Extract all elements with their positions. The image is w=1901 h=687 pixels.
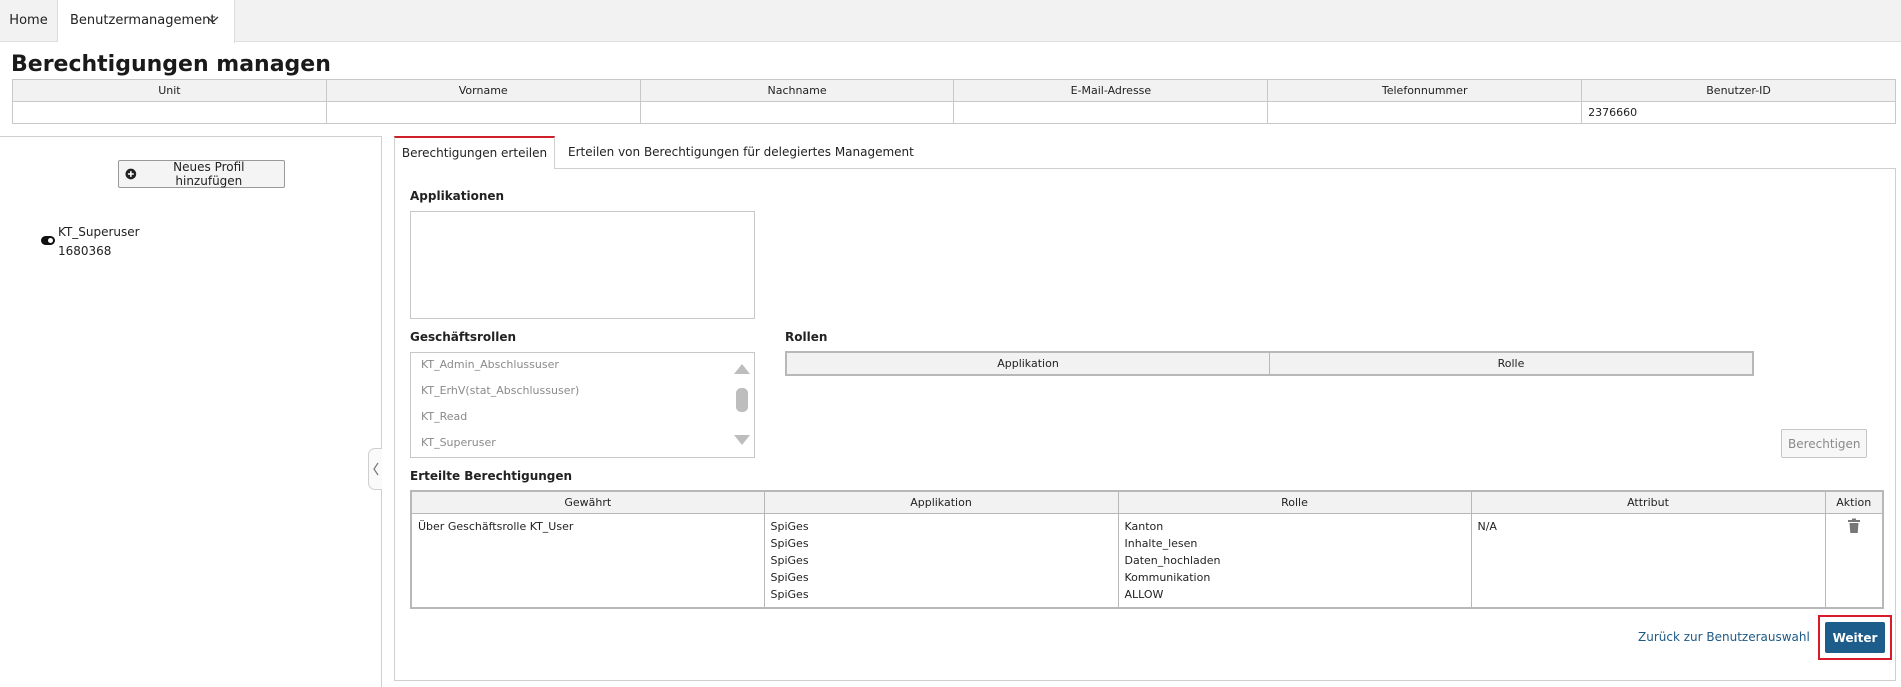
column-header-vorname: Vorname	[325, 79, 641, 102]
trash-icon[interactable]	[1847, 518, 1861, 534]
weiter-button[interactable]: Weiter	[1825, 622, 1885, 653]
top-navigation-bar	[0, 0, 1901, 42]
column-header-telefon: Telefonnummer	[1267, 79, 1583, 102]
page-title: Berechtigungen managen	[11, 52, 331, 77]
cell-telefon	[1267, 101, 1583, 124]
add-profile-button[interactable]: Neues Profil hinzufügen	[118, 160, 285, 188]
cell-unit	[12, 101, 327, 124]
column-header-rolle: Rolle	[1269, 351, 1754, 376]
applikation-entry: SpiGes	[770, 571, 809, 584]
applikation-entry: SpiGes	[770, 520, 809, 533]
column-header-benutzer-id: Benutzer-ID	[1581, 79, 1896, 102]
tab-delegiertes-management[interactable]: Erteilen von Berechtigungen für delegier…	[568, 136, 914, 169]
cell-gewaehrt: Über Geschäftsrolle KT_User	[410, 513, 765, 609]
geschaeftsrollen-label: Geschäftsrollen	[410, 330, 517, 344]
scrollbar-thumb[interactable]	[736, 388, 748, 412]
applikation-entry: SpiGes	[770, 537, 809, 550]
column-header-nachname: Nachname	[639, 79, 955, 102]
applikation-entry: SpiGes	[770, 554, 809, 567]
table-row: 2376660	[12, 101, 1896, 124]
rolle-entry: Kanton	[1124, 520, 1164, 533]
cell-aktion	[1824, 513, 1884, 609]
list-item[interactable]: KT_Read	[421, 410, 467, 423]
applikation-entry: SpiGes	[770, 588, 809, 601]
cell-applikation: SpiGes SpiGes SpiGes SpiGes SpiGes	[763, 513, 1119, 609]
rolle-entry: Inhalte_lesen	[1124, 537, 1198, 550]
cell-email	[953, 101, 1269, 124]
table-row: Über Geschäftsrolle KT_User SpiGes SpiGe…	[410, 513, 1884, 609]
profile-name[interactable]: KT_Superuser	[58, 225, 140, 239]
gewaehrt-text: Über Geschäftsrolle KT_User	[418, 520, 574, 533]
plus-circle-icon	[125, 168, 137, 180]
rolle-entry: ALLOW	[1124, 588, 1164, 601]
profile-id: 1680368	[58, 244, 112, 258]
nav-home-tab[interactable]: Home	[0, 0, 58, 42]
profile-toggle-icon[interactable]	[41, 236, 55, 245]
nav-benutzermanagement-label: Benutzermanagement	[70, 13, 216, 28]
user-info-table: Unit Vorname Nachname E-Mail-Adresse Tel…	[12, 79, 1896, 124]
cell-rolle: Kanton Inhalte_lesen Daten_hochladen Kom…	[1117, 513, 1472, 609]
rollen-table: Applikation Rolle	[785, 351, 1754, 376]
erteilte-berechtigungen-table: Gewährt Applikation Rolle Attribut Aktio…	[410, 490, 1884, 609]
cell-benutzer-id: 2376660	[1581, 101, 1896, 124]
column-header-rolle: Rolle	[1117, 490, 1472, 514]
berechtigen-button[interactable]: Berechtigen	[1781, 429, 1867, 458]
chevron-left-icon	[372, 462, 378, 476]
collapse-panel-handle[interactable]	[368, 448, 382, 490]
column-header-aktion: Aktion	[1824, 490, 1884, 514]
column-header-attribut: Attribut	[1470, 490, 1826, 514]
attribut-text: N/A	[1477, 520, 1497, 533]
list-item[interactable]: KT_Admin_Abschlussuser	[421, 358, 559, 371]
list-item[interactable]: KT_ErhV(stat_Abschlussuser)	[421, 384, 579, 397]
applikationen-listbox[interactable]	[410, 211, 755, 319]
rolle-entry: Daten_hochladen	[1124, 554, 1221, 567]
column-header-email: E-Mail-Adresse	[953, 79, 1269, 102]
cell-vorname	[325, 101, 641, 124]
add-profile-label: Neues Profil hinzufügen	[173, 160, 245, 188]
column-header-unit: Unit	[12, 79, 327, 102]
cell-nachname	[639, 101, 955, 124]
column-header-applikation: Applikation	[785, 351, 1270, 376]
rolle-entry: Kommunikation	[1124, 571, 1211, 584]
applikationen-label: Applikationen	[410, 189, 505, 203]
rollen-label: Rollen	[785, 330, 828, 344]
tab-berechtigungen-erteilen[interactable]: Berechtigungen erteilen	[394, 136, 555, 169]
scroll-up-arrow-icon[interactable]	[734, 364, 750, 374]
nav-benutzermanagement-tab[interactable]: Benutzermanagement	[58, 0, 235, 43]
cell-attribut: N/A	[1470, 513, 1826, 609]
list-item[interactable]: KT_Superuser	[421, 436, 496, 449]
back-to-user-selection-link[interactable]: Zurück zur Benutzerauswahl	[1638, 630, 1810, 644]
column-header-gewaehrt: Gewährt	[410, 490, 765, 514]
erteilte-berechtigungen-label: Erteilte Berechtigungen	[410, 469, 573, 483]
scroll-down-arrow-icon[interactable]	[734, 435, 750, 445]
profile-panel	[0, 136, 382, 687]
chevron-down-icon	[206, 16, 219, 23]
column-header-applikation: Applikation	[763, 490, 1119, 514]
